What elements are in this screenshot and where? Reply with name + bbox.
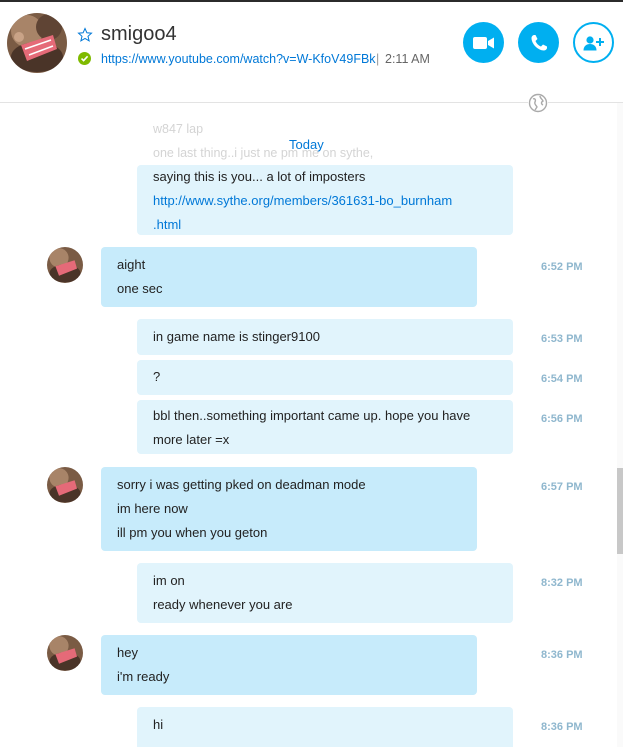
- message-timestamp: 6:52 PM: [541, 261, 583, 273]
- sender-avatar[interactable]: [47, 635, 83, 671]
- message-text: im here now: [117, 501, 188, 516]
- message-text: hey: [117, 645, 138, 660]
- contact-local-time: 2:11 AM: [385, 52, 430, 66]
- message-text: one sec: [117, 281, 163, 296]
- outgoing-message[interactable]: bbl then..something important came up. h…: [137, 400, 513, 454]
- day-divider-label: Today: [289, 137, 324, 152]
- video-camera-icon: [472, 36, 494, 49]
- incoming-message[interactable]: aight one sec: [101, 247, 477, 307]
- outgoing-message[interactable]: saying this is you... a lot of imposters…: [137, 165, 513, 235]
- mood-message-link[interactable]: https://www.youtube.com/watch?v=W-KfoV49…: [101, 51, 376, 67]
- incoming-message[interactable]: hey i'm ready: [101, 635, 477, 695]
- message-timestamp: 6:54 PM: [541, 373, 583, 385]
- outgoing-message[interactable]: hi: [137, 707, 513, 747]
- message-text: aight: [117, 257, 146, 272]
- online-status-icon: [78, 52, 91, 65]
- scrollbar-thumb[interactable]: [617, 468, 623, 554]
- outgoing-message[interactable]: ?: [137, 360, 513, 395]
- message-text: ready whenever you are: [153, 597, 293, 612]
- message-link[interactable]: .html: [153, 213, 497, 237]
- message-text: hi: [153, 717, 164, 732]
- message-timestamp: 6:56 PM: [541, 413, 583, 425]
- faded-message-line: one last thing..i just ne pm me on sythe…: [153, 146, 374, 160]
- outgoing-message[interactable]: im on ready whenever you are: [137, 563, 513, 623]
- phone-icon: [531, 34, 547, 50]
- message-text: im on: [153, 573, 185, 588]
- message-link[interactable]: http://www.sythe.org/members/361631-bo_b…: [153, 189, 497, 213]
- incoming-message[interactable]: sorry i was getting pked on deadman mode…: [101, 467, 477, 551]
- sender-avatar[interactable]: [47, 247, 83, 283]
- sender-avatar[interactable]: [47, 467, 83, 503]
- vertical-scrollbar[interactable]: [617, 103, 623, 747]
- message-history[interactable]: w847 lap one last thing..i just ne pm me…: [0, 103, 617, 747]
- header-separator: |: [376, 52, 380, 66]
- add-participants-button[interactable]: [573, 22, 614, 63]
- message-text: saying this is you... a lot of imposters: [153, 169, 366, 184]
- message-text: sorry i was getting pked on deadman mode: [117, 477, 366, 492]
- message-timestamp: 8:36 PM: [541, 649, 583, 661]
- contact-avatar[interactable]: [7, 13, 67, 73]
- video-call-button[interactable]: [463, 22, 504, 63]
- contact-name[interactable]: smigoo4: [101, 22, 177, 46]
- message-timestamp: 8:32 PM: [541, 577, 583, 589]
- message-timestamp: 6:57 PM: [541, 481, 583, 493]
- message-timestamp: 6:53 PM: [541, 333, 583, 345]
- add-contact-icon: [583, 35, 604, 50]
- message-text: i'm ready: [117, 669, 170, 684]
- message-text: ?: [153, 369, 161, 384]
- outgoing-message[interactable]: in game name is stinger9100: [137, 319, 513, 355]
- message-text: in game name is stinger9100: [153, 329, 320, 344]
- faded-message-line: w847 lap: [153, 122, 204, 136]
- favorite-star-icon[interactable]: [77, 27, 93, 43]
- message-text: ill pm you when you geton: [117, 525, 268, 540]
- audio-call-button[interactable]: [518, 22, 559, 63]
- message-timestamp: 8:36 PM: [541, 721, 583, 733]
- message-text: bbl then..something important came up. h…: [153, 408, 471, 423]
- conversation-header: smigoo4 https://www.youtube.com/watch?v=…: [0, 2, 623, 102]
- message-text: more later =x: [153, 432, 230, 447]
